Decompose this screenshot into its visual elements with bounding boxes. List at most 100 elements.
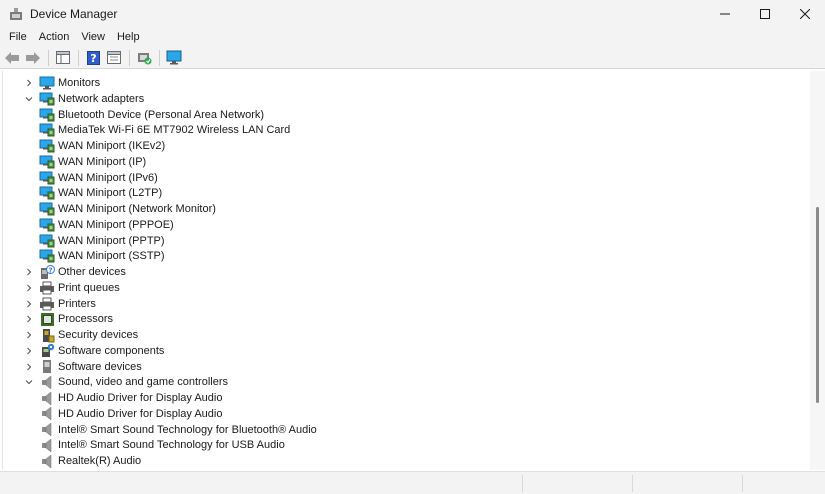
tree-device-row[interactable]: Intel® Smart Sound Technology for USB Au… <box>39 437 285 453</box>
tree-category-row[interactable]: Security devices <box>22 327 138 343</box>
speaker-icon <box>39 390 55 406</box>
tree-device-row[interactable]: WAN Miniport (IPv6) <box>39 170 158 186</box>
chevron-right-icon[interactable] <box>22 264 36 280</box>
device-manager-app-icon <box>8 6 24 22</box>
help-button[interactable]: ? <box>83 49 103 67</box>
toolbar-separator <box>129 49 130 66</box>
menu-file[interactable]: File <box>3 28 33 47</box>
tree-item-label: WAN Miniport (IP) <box>58 155 147 168</box>
show-hide-console-tree-button[interactable] <box>53 49 73 67</box>
chevron-right-icon[interactable] <box>22 327 36 343</box>
network-adapter-icon <box>39 185 55 201</box>
tree-category-row[interactable]: Software components <box>22 343 164 359</box>
tree-item-label: Software components <box>58 344 165 357</box>
tree-device-row[interactable]: WAN Miniport (L2TP) <box>39 185 162 201</box>
close-icon <box>800 9 810 19</box>
back-button[interactable] <box>2 49 22 67</box>
tree-category-row[interactable]: Printers <box>22 296 96 312</box>
tree-category-row[interactable]: Processors <box>22 311 113 327</box>
tree-device-row[interactable]: MediaTek Wi-Fi 6E MT7902 Wireless LAN Ca… <box>39 122 290 138</box>
toolbar-separator <box>159 49 160 66</box>
status-bar-segment <box>632 475 633 492</box>
tree-item-label: Monitors <box>58 77 101 89</box>
scrollbar-thumb[interactable] <box>816 207 819 403</box>
vertical-scrollbar[interactable] <box>810 71 825 470</box>
tree-category-row[interactable]: Network adapters <box>22 91 144 107</box>
help-icon: ? <box>86 50 100 65</box>
status-bar-segment <box>742 475 743 492</box>
chevron-right-icon[interactable] <box>22 280 36 296</box>
tree-item-label: Processors <box>58 313 114 326</box>
tree-item-label: WAN Miniport (Network Monitor) <box>58 203 216 215</box>
chevron-down-icon[interactable] <box>22 374 36 390</box>
properties-icon <box>107 51 121 64</box>
tree-device-row[interactable]: WAN Miniport (PPPOE) <box>39 217 174 233</box>
tree-item-label: WAN Miniport (PPPOE) <box>58 218 174 231</box>
tree-item-label: HD Audio Driver for Display Audio <box>58 392 223 404</box>
chevron-right-icon[interactable] <box>22 311 36 327</box>
tree-item-label: WAN Miniport (PPTP) <box>58 234 165 247</box>
update-driver-icon <box>137 53 151 65</box>
title-bar: Device Manager <box>0 0 825 28</box>
chevron-down-icon[interactable] <box>22 91 36 107</box>
tree-item-label: Other devices <box>58 266 126 278</box>
tree-item-label: Intel® Smart Sound Technology for USB Au… <box>58 439 285 452</box>
network-adapter-icon <box>39 138 55 154</box>
device-tree: Monitors Network adapters Bluetooth Device… <box>2 71 810 470</box>
tree-device-row[interactable]: WAN Miniport (Network Monitor) <box>39 201 216 217</box>
tree-item-label: WAN Miniport (IKEv2) <box>58 140 166 152</box>
window-controls <box>705 0 825 28</box>
minimize-button[interactable] <box>705 0 745 28</box>
network-adapter-icon <box>39 170 55 186</box>
network-adapter-icon <box>39 233 55 249</box>
tree-category-row[interactable]: Sound, video and game controllers <box>22 374 228 390</box>
unknown-device-icon: ? <box>39 264 55 280</box>
menu-action[interactable]: Action <box>33 28 76 47</box>
network-adapter-icon <box>39 154 55 170</box>
back-arrow-icon <box>5 51 19 64</box>
toolbar: ? <box>0 47 825 69</box>
tree-item-label: Realtek(R) Audio <box>58 455 142 467</box>
tree-device-row[interactable]: WAN Miniport (PPTP) <box>39 233 165 249</box>
tree-item-label: WAN Miniport (SSTP) <box>58 250 165 263</box>
tree-device-row[interactable]: HD Audio Driver for Display Audio <box>39 390 222 406</box>
tree-device-row[interactable]: WAN Miniport (IP) <box>39 154 146 170</box>
forward-button[interactable] <box>23 49 43 67</box>
chevron-right-icon[interactable] <box>22 296 36 312</box>
status-bar-segment <box>522 475 523 492</box>
network-adapter-icon <box>39 91 55 107</box>
tree-item-label: Print queues <box>58 281 120 294</box>
maximize-button[interactable] <box>745 0 785 28</box>
forward-arrow-icon <box>26 51 40 64</box>
tree-category-row[interactable]: ? Other devices <box>22 264 126 280</box>
tree-item-label: Intel® Smart Sound Technology for Blueto… <box>58 423 317 436</box>
network-adapter-icon <box>39 122 55 138</box>
chevron-right-icon[interactable] <box>22 343 36 359</box>
chevron-right-icon[interactable] <box>22 359 36 375</box>
tree-category-row[interactable]: Monitors <box>22 75 100 91</box>
tree-device-row[interactable]: WAN Miniport (IKEv2) <box>39 138 165 154</box>
scan-hardware-changes-button[interactable] <box>164 49 184 67</box>
tree-device-row[interactable]: Bluetooth Device (Personal Area Network) <box>39 107 264 123</box>
tree-category-row[interactable]: Software devices <box>22 359 142 375</box>
update-driver-button[interactable] <box>134 49 154 67</box>
tree-device-row[interactable]: HD Audio Driver for Display Audio <box>39 406 222 422</box>
tree-device-row[interactable]: Intel® Smart Sound Technology for Blueto… <box>39 422 317 438</box>
tree-category-row[interactable]: Print queues <box>22 280 120 296</box>
software-device-icon <box>39 359 55 375</box>
toolbar-separator <box>78 49 79 66</box>
speaker-icon <box>39 453 55 469</box>
toolbar-separator <box>48 49 49 66</box>
menu-help[interactable]: Help <box>111 28 146 47</box>
close-button[interactable] <box>785 0 825 28</box>
printer-icon <box>39 296 55 312</box>
menu-view[interactable]: View <box>75 28 111 47</box>
speaker-icon <box>39 422 55 438</box>
tree-item-label: WAN Miniport (IPv6) <box>58 171 158 184</box>
chevron-right-icon[interactable] <box>22 75 36 91</box>
tree-device-row[interactable]: WAN Miniport (SSTP) <box>39 248 165 264</box>
window-title: Device Manager <box>30 7 118 21</box>
properties-button[interactable] <box>104 49 124 67</box>
tree-device-row[interactable]: Realtek(R) Audio <box>39 453 141 469</box>
monitor-icon <box>39 75 55 91</box>
